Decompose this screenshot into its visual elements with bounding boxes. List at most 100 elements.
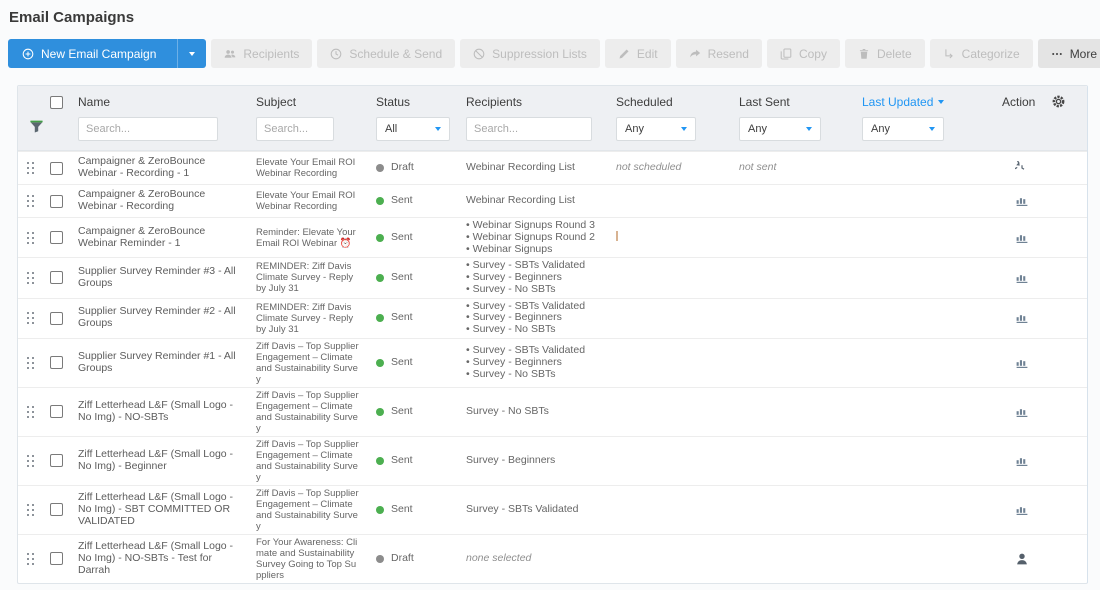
campaign-name: Campaigner & ZeroBounce Webinar - Record… <box>70 187 248 215</box>
column-header-name[interactable]: Name <box>70 86 248 114</box>
recipients-button[interactable]: Recipients <box>211 39 312 68</box>
drag-handle-icon <box>27 357 34 369</box>
more-button[interactable]: More <box>1038 39 1100 68</box>
button-label: Resend <box>708 47 749 61</box>
drag-handle[interactable] <box>18 193 42 209</box>
status-filter-select[interactable]: All <box>376 117 450 141</box>
drag-handle-icon <box>27 406 34 418</box>
delete-button[interactable]: Delete <box>845 39 925 68</box>
column-header-last_sent[interactable]: Last Sent <box>731 86 854 114</box>
select-all-checkbox[interactable] <box>50 96 63 109</box>
table-settings-button[interactable] <box>1049 86 1087 114</box>
recipients-cell: Webinar Recording List <box>458 160 608 176</box>
row-checkbox[interactable] <box>50 552 63 565</box>
filter-select-value: Any <box>625 123 644 135</box>
row-checkbox-cell <box>42 356 70 369</box>
chart-action-button[interactable] <box>1015 454 1029 468</box>
drag-handle[interactable] <box>18 270 42 286</box>
row-checkbox-cell <box>42 231 70 244</box>
row-checkbox[interactable] <box>50 231 63 244</box>
row-checkbox[interactable] <box>50 195 63 208</box>
drag-handle[interactable] <box>18 230 42 246</box>
status-dot <box>376 408 384 416</box>
column-header-subject[interactable]: Subject <box>248 86 368 114</box>
chart-icon <box>1015 313 1029 328</box>
status-label: Sent <box>391 504 413 516</box>
chart-action-button[interactable] <box>1015 503 1029 517</box>
name-filter-input[interactable] <box>78 117 218 141</box>
copy-button[interactable]: Copy <box>767 39 840 68</box>
scheduled-filter-select[interactable]: Any <box>616 117 696 141</box>
chart-icon <box>1015 456 1029 471</box>
categorize-button[interactable]: Categorize <box>930 39 1033 68</box>
last_sent-filter-select[interactable]: Any <box>739 117 821 141</box>
recipients-cell: Survey - Beginners <box>458 453 608 469</box>
column-header-recipients[interactable]: Recipients <box>458 86 608 114</box>
row-checkbox-cell <box>42 503 70 516</box>
campaign-subject: Ziff Davis – Top Supplier Engagement – C… <box>248 437 368 485</box>
drag-handle[interactable] <box>18 310 42 326</box>
recipients-filter-input[interactable] <box>466 117 592 141</box>
chart-action-button[interactable] <box>1015 405 1029 419</box>
row-checkbox[interactable] <box>50 454 63 467</box>
row-checkbox-cell <box>42 162 70 175</box>
campaign-name: Campaigner & ZeroBounce Webinar - Record… <box>70 154 248 182</box>
drag-handle[interactable] <box>18 160 42 176</box>
column-header-label: Status <box>376 95 410 109</box>
drag-handle[interactable] <box>18 551 42 567</box>
row-checkbox[interactable] <box>50 356 63 369</box>
chart-action-button[interactable] <box>1015 194 1029 208</box>
drag-handle-icon <box>27 312 34 324</box>
action-cell <box>994 354 1049 372</box>
last-sent-cell <box>731 361 854 365</box>
column-header-last_updated[interactable]: Last Updated <box>854 86 994 114</box>
drag-handle[interactable] <box>18 502 42 518</box>
button-label: Copy <box>799 47 827 61</box>
row-checkbox[interactable] <box>50 405 63 418</box>
recipients-cell: Survey - SBTs ValidatedSurvey - Beginner… <box>458 299 608 338</box>
status-label: Draft <box>391 553 414 565</box>
row-checkbox[interactable] <box>50 503 63 516</box>
chart-action-button[interactable] <box>1015 356 1029 370</box>
suppression-lists-button[interactable]: Suppression Lists <box>460 39 600 68</box>
table-row: Supplier Survey Reminder #2 - All Groups… <box>18 298 1087 338</box>
history-icon <box>1015 163 1029 178</box>
filter-funnel-button[interactable] <box>18 114 70 150</box>
last-sent-value: not sent <box>739 161 776 173</box>
last-updated-cell <box>854 236 994 240</box>
campaign-name: Supplier Survey Reminder #2 - All Groups <box>70 304 248 332</box>
chart-action-button[interactable] <box>1015 311 1029 325</box>
new-email-campaign-button[interactable]: New Email Campaign <box>8 39 206 68</box>
primary-button-main[interactable]: New Email Campaign <box>8 47 170 61</box>
drag-handle-icon <box>27 162 34 174</box>
status-dot <box>376 274 384 282</box>
chart-icon <box>1015 407 1029 422</box>
button-label: Delete <box>877 47 912 61</box>
status-cell: Sent <box>368 404 458 420</box>
status-label: Sent <box>391 195 413 207</box>
row-checkbox-cell <box>42 552 70 565</box>
row-checkbox[interactable] <box>50 312 63 325</box>
row-checkbox[interactable] <box>50 162 63 175</box>
drag-handle[interactable] <box>18 404 42 420</box>
last_updated-filter-select[interactable]: Any <box>862 117 944 141</box>
chart-action-button[interactable] <box>1015 271 1029 285</box>
chart-action-button[interactable] <box>1015 231 1029 245</box>
primary-split-caret[interactable] <box>177 39 206 68</box>
row-checkbox[interactable] <box>50 271 63 284</box>
edit-button[interactable]: Edit <box>605 39 671 68</box>
status-cell: Sent <box>368 230 458 246</box>
column-header-status[interactable]: Status <box>368 86 458 114</box>
drag-handle[interactable] <box>18 355 42 371</box>
resend-button[interactable]: Resend <box>676 39 762 68</box>
caret-down-icon <box>929 127 935 131</box>
drag-handle[interactable] <box>18 453 42 469</box>
filter-select-value: Any <box>871 123 890 135</box>
drag-handle-icon <box>27 504 34 516</box>
history-action-button[interactable] <box>1015 161 1029 175</box>
user-action-button[interactable] <box>1015 552 1029 566</box>
recipients-cell: none selected <box>458 551 608 567</box>
subject-filter-input[interactable] <box>256 117 334 141</box>
column-header-scheduled[interactable]: Scheduled <box>608 86 731 114</box>
schedule-send-button[interactable]: Schedule & Send <box>317 39 455 68</box>
